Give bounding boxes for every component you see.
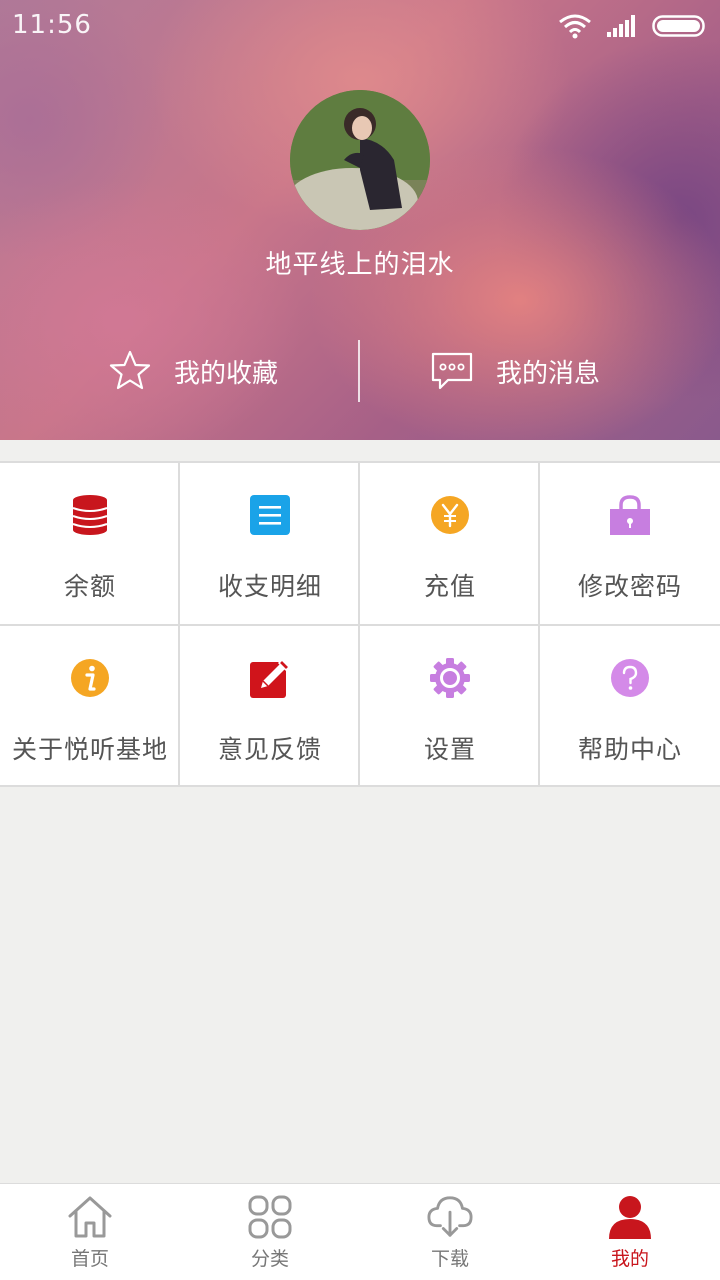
grid-item-label: 设置 [423, 735, 476, 764]
nav-home-label: 首页 [70, 1248, 109, 1270]
home-icon [67, 1194, 113, 1240]
nav-home[interactable]: 首页 [0, 1184, 180, 1280]
nav-download-label: 下载 [430, 1248, 469, 1270]
grid-item-label: 帮助中心 [577, 735, 682, 764]
battery-icon [652, 15, 705, 37]
nav-mine-label: 我的 [610, 1248, 649, 1270]
my-messages-label: 我的消息 [496, 358, 601, 389]
grid-item-label: 充值 [423, 572, 476, 601]
edit-icon [248, 656, 292, 700]
quick-actions: 我的收藏 我的消息 [0, 340, 720, 402]
grid-item-recharge[interactable]: 充值 [360, 463, 540, 624]
user-icon [607, 1194, 653, 1240]
nav-category-label: 分类 [250, 1248, 289, 1270]
cloud-download-icon [427, 1194, 473, 1240]
nav-mine[interactable]: 我的 [540, 1184, 720, 1280]
avatar-photo [290, 90, 430, 230]
coin-stack-icon [68, 493, 112, 537]
status-bar: 11:56 [0, 0, 720, 52]
menu-grid: 余额 收支明细 充值 修改密码 关于悦听基地 意见反馈 设置 帮助中心 [0, 461, 720, 787]
my-messages-button[interactable]: 我的消息 [430, 340, 600, 402]
grid-item-label: 余额 [63, 572, 116, 601]
grid-item-transactions[interactable]: 收支明细 [180, 463, 360, 624]
status-icons [558, 10, 708, 42]
grid-item-about[interactable]: 关于悦听基地 [0, 626, 180, 787]
nav-download[interactable]: 下载 [360, 1184, 540, 1280]
avatar[interactable] [290, 90, 430, 230]
username: 地平线上的泪水 [265, 250, 455, 280]
grid-item-settings[interactable]: 设置 [360, 626, 540, 787]
my-favorites-button[interactable]: 我的收藏 [108, 340, 278, 402]
help-icon [608, 656, 652, 700]
grid-item-label: 意见反馈 [217, 735, 322, 764]
category-icon [247, 1194, 293, 1240]
grid-item-help-center[interactable]: 帮助中心 [540, 626, 720, 787]
info-icon [68, 656, 112, 700]
grid-item-feedback[interactable]: 意见反馈 [180, 626, 360, 787]
signal-icon [607, 15, 635, 37]
grid-item-change-password[interactable]: 修改密码 [540, 463, 720, 624]
chat-bubble-icon [430, 349, 474, 393]
grid-item-balance[interactable]: 余额 [0, 463, 180, 624]
status-time: 11:56 [12, 10, 92, 40]
profile-header: 11:56 地平线上的泪水 我的收藏 我的消息 [0, 0, 720, 440]
lock-icon [608, 493, 652, 537]
nav-category[interactable]: 分类 [180, 1184, 360, 1280]
my-favorites-label: 我的收藏 [174, 358, 279, 389]
yuan-coin-icon [428, 493, 472, 537]
star-outline-icon [108, 349, 152, 393]
gear-icon [428, 656, 472, 700]
grid-item-label: 关于悦听基地 [11, 735, 168, 764]
grid-item-label: 修改密码 [577, 572, 682, 601]
quick-actions-divider [358, 340, 360, 402]
bottom-nav: 首页 分类 下载 我的 [0, 1183, 720, 1280]
wifi-icon [559, 14, 591, 39]
list-icon [248, 493, 292, 537]
grid-item-label: 收支明细 [217, 572, 322, 601]
